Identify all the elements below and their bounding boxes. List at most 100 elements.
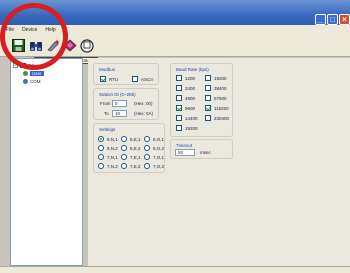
- diamond-icon[interactable]: [62, 38, 77, 53]
- checkbox-box[interactable]: [176, 75, 182, 81]
- settings-radio[interactable]: 8,E,1: [121, 136, 141, 142]
- checkbox-box[interactable]: [176, 85, 182, 91]
- baud-rate-checkbox[interactable]: 1200: [176, 75, 195, 81]
- title-bar: _ □ ×: [0, 0, 350, 25]
- baud-rate-checkbox[interactable]: 115200: [205, 105, 229, 111]
- checkbox-box[interactable]: [176, 95, 182, 101]
- checkbox-label: ASCII: [141, 76, 153, 82]
- settings-radio[interactable]: 8,O,1: [144, 136, 164, 142]
- checkbox-label: RTU: [109, 76, 119, 82]
- radio-circle[interactable]: [98, 145, 104, 151]
- radio-label: 8,E,1: [130, 136, 141, 142]
- station-id-group: Station ID (0~255) From 0 (Hex: 00) To 1…: [93, 88, 159, 120]
- menu-help[interactable]: Help: [45, 27, 55, 33]
- radio-circle[interactable]: [121, 163, 127, 169]
- baud-rate-checkbox[interactable]: 38400: [205, 85, 227, 91]
- maximize-button[interactable]: □: [327, 14, 338, 25]
- computer-icon: [20, 63, 26, 68]
- radio-label: 8,O,2: [153, 145, 165, 151]
- checkbox-box[interactable]: [205, 95, 211, 101]
- baud-rate-checkbox[interactable]: 9600: [176, 105, 195, 111]
- group-title: Timeout: [176, 143, 193, 148]
- close-button[interactable]: ×: [339, 14, 350, 25]
- menu-device[interactable]: Device: [22, 27, 37, 33]
- radio-circle[interactable]: [121, 136, 127, 142]
- radio-circle[interactable]: [98, 163, 104, 169]
- settings-radio[interactable]: 7,E,2: [121, 163, 141, 169]
- expand-icon[interactable]: −: [13, 63, 18, 68]
- baud-rate-checkbox[interactable]: 57600: [205, 95, 227, 101]
- radio-circle[interactable]: [121, 154, 127, 160]
- menu-file[interactable]: File: [6, 27, 14, 33]
- checkbox-label: 230400: [214, 115, 230, 121]
- baud-rate-checkbox[interactable]: 19200: [205, 75, 227, 81]
- checkbox-box[interactable]: [205, 75, 211, 81]
- radio-circle[interactable]: [121, 145, 127, 151]
- baud-rate-checkbox[interactable]: 2400: [176, 85, 195, 91]
- settings-radio[interactable]: 7,N,2: [98, 163, 118, 169]
- checkbox-label: 38400: [214, 85, 227, 91]
- settings-radio[interactable]: 8,N,2: [98, 145, 118, 151]
- minimize-button[interactable]: _: [315, 14, 326, 25]
- tree-node-user[interactable]: User: [23, 71, 44, 76]
- tree-node-com[interactable]: COM: [23, 79, 41, 84]
- binoculars-icon[interactable]: [28, 38, 43, 53]
- from-label: From: [100, 101, 111, 106]
- rtu-checkbox[interactable]: RTU: [100, 76, 118, 82]
- radio-circle[interactable]: [98, 136, 104, 142]
- radio-circle[interactable]: [144, 163, 150, 169]
- checkbox-box[interactable]: [205, 115, 211, 121]
- settings-radio[interactable]: 7,O,2: [144, 163, 164, 169]
- checkbox-box[interactable]: [176, 105, 182, 111]
- checkbox-label: 14400: [185, 115, 198, 121]
- tree-node-pc[interactable]: − PC: [13, 63, 34, 68]
- to-label: To: [104, 111, 109, 116]
- toolbar: [0, 35, 350, 57]
- settings-radio[interactable]: 7,O,1: [144, 154, 164, 160]
- group-title: Modbus: [99, 67, 116, 72]
- radio-label: 7,N,1: [107, 154, 118, 160]
- checkbox-box[interactable]: [176, 115, 182, 121]
- checkbox-box[interactable]: [132, 76, 138, 82]
- save-icon[interactable]: [11, 38, 26, 53]
- timeout-unit: msec: [200, 150, 211, 155]
- checkbox-box[interactable]: [100, 76, 106, 82]
- radio-label: 7,O,1: [153, 154, 165, 160]
- baud-rate-checkbox[interactable]: 230400: [205, 115, 229, 121]
- radio-label: 7,E,1: [130, 154, 141, 160]
- radio-label: 8,N,2: [107, 145, 118, 151]
- radio-circle[interactable]: [144, 145, 150, 151]
- checkbox-label: 4800: [185, 95, 196, 101]
- radio-circle[interactable]: [144, 136, 150, 142]
- device-tree[interactable]: − PC User COM: [10, 58, 83, 266]
- pen-tool-icon[interactable]: [45, 38, 60, 53]
- checkbox-label: 19200: [185, 125, 198, 131]
- baud-rate-checkbox[interactable]: 14400: [176, 115, 198, 121]
- disk-icon[interactable]: [79, 38, 94, 53]
- radio-label: 7,E,2: [130, 163, 141, 169]
- radio-circle[interactable]: [98, 154, 104, 160]
- checkbox-box[interactable]: [205, 85, 211, 91]
- checkbox-label: 57600: [214, 95, 227, 101]
- baud-rate-checkbox[interactable]: 19200: [176, 125, 198, 131]
- to-input[interactable]: 10: [112, 110, 127, 117]
- checkbox-label: 115200: [214, 105, 229, 111]
- radio-label: 8,N,1: [107, 136, 118, 142]
- settings-radio[interactable]: 8,N,1: [98, 136, 118, 142]
- timeout-input[interactable]: 50: [175, 149, 195, 156]
- user-icon: [23, 71, 28, 76]
- settings-radio[interactable]: 8,E,2: [121, 145, 141, 151]
- radio-circle[interactable]: [144, 154, 150, 160]
- main-panel: Modbus RTU ASCII Station ID (0~255) From…: [88, 58, 350, 266]
- modbus-group: Modbus RTU ASCII: [93, 63, 159, 85]
- checkbox-box[interactable]: [205, 105, 211, 111]
- settings-radio[interactable]: 8,O,2: [144, 145, 164, 151]
- from-input[interactable]: 0: [112, 100, 127, 107]
- ascii-checkbox[interactable]: ASCII: [132, 76, 153, 82]
- from-hex-hint: (Hex: 00): [134, 101, 153, 106]
- port-icon: [23, 79, 28, 84]
- settings-radio[interactable]: 7,E,1: [121, 154, 141, 160]
- checkbox-box[interactable]: [176, 125, 182, 131]
- baud-rate-checkbox[interactable]: 4800: [176, 95, 195, 101]
- settings-radio[interactable]: 7,N,1: [98, 154, 118, 160]
